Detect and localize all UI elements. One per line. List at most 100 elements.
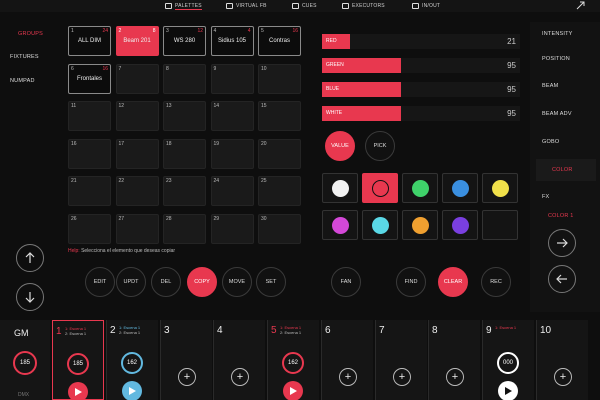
find-button[interactable]: FIND xyxy=(396,267,426,297)
fader-blue[interactable]: BLUE 95 xyxy=(322,82,520,97)
sidebar-item-beam[interactable]: BEAM xyxy=(542,83,558,89)
color-swatch[interactable] xyxy=(482,173,518,203)
group-cell[interactable]: 8 xyxy=(163,63,206,94)
group-cell[interactable]: 26 xyxy=(68,213,111,244)
play-button[interactable] xyxy=(122,381,142,400)
tab-virtual-fb[interactable]: VIRTUAL FB xyxy=(226,0,267,12)
playback-4[interactable]: 4 + xyxy=(213,320,265,400)
updt-button[interactable]: UPDT xyxy=(116,267,146,297)
group-cell[interactable]: 11 xyxy=(68,101,111,131)
tab-cues[interactable]: CUES xyxy=(292,0,317,12)
play-button[interactable] xyxy=(68,382,88,400)
prev-page-button[interactable] xyxy=(548,265,576,293)
color-swatch[interactable] xyxy=(402,173,438,203)
group-cell[interactable]: 20 xyxy=(258,138,301,169)
group-cell[interactable]: 3 12 WS 280 xyxy=(163,26,206,56)
group-cell[interactable]: 25 xyxy=(258,176,301,206)
playback-9[interactable]: 9 1: Escena 1 000 xyxy=(482,320,534,400)
tab-executors[interactable]: EXECUTORS xyxy=(342,0,385,12)
add-cue-button[interactable]: + xyxy=(554,368,572,386)
move-button[interactable]: MOVE xyxy=(222,267,252,297)
playback-knob[interactable]: 185 xyxy=(67,353,89,375)
fan-button[interactable]: FAN xyxy=(331,267,361,297)
rec-button[interactable]: REC xyxy=(481,267,511,297)
del-button[interactable]: DEL xyxy=(151,267,181,297)
group-cell[interactable]: 15 xyxy=(258,101,301,131)
sidebar-item-gobo[interactable]: GOBO xyxy=(542,139,559,145)
group-cell[interactable]: 23 xyxy=(163,176,206,206)
fader-green[interactable]: GREEN 95 xyxy=(322,58,520,73)
gm-knob[interactable]: 185 xyxy=(13,351,37,375)
set-button[interactable]: SET xyxy=(256,267,286,297)
group-cell[interactable]: 22 xyxy=(115,176,159,206)
fader-white[interactable]: WHITE 95 xyxy=(322,106,520,121)
playback-10[interactable]: 10 + xyxy=(536,320,588,400)
group-cell[interactable]: 9 xyxy=(210,63,254,94)
group-cell[interactable]: 6 16 Frontales xyxy=(68,63,111,94)
play-button[interactable] xyxy=(283,381,303,400)
add-cue-button[interactable]: + xyxy=(178,368,196,386)
sidebar-item-beam-adv[interactable]: BEAM ADV xyxy=(542,111,572,117)
sidebar-item-fixtures[interactable]: FIXTURES xyxy=(10,54,39,60)
group-cell[interactable]: 19 xyxy=(210,138,254,169)
sidebar-item-fx[interactable]: FX xyxy=(542,194,549,200)
color-swatch[interactable] xyxy=(322,173,358,203)
group-cell[interactable]: 24 xyxy=(210,176,254,206)
sidebar-item-numpad[interactable]: NUMPAD xyxy=(10,78,35,84)
expand-icon[interactable] xyxy=(576,0,586,10)
playback-3[interactable]: 3 + xyxy=(160,320,212,400)
playback-1[interactable]: 1 1: Escena 1 2: Escena 1 185 xyxy=(52,320,104,400)
group-cell[interactable]: 4 4 Sidius 105 xyxy=(210,26,254,56)
group-cell[interactable]: 2 8 Beam 201 xyxy=(115,26,159,56)
group-cell[interactable]: 13 xyxy=(163,101,206,131)
value-button[interactable]: VALUE xyxy=(325,131,355,161)
color-swatch[interactable] xyxy=(482,210,518,240)
playback-knob[interactable]: 000 xyxy=(497,352,519,374)
copy-button[interactable]: COPY xyxy=(187,267,217,297)
playback-6[interactable]: 6 + xyxy=(321,320,373,400)
pick-button[interactable]: PICK xyxy=(365,131,395,161)
next-page-button[interactable] xyxy=(548,229,576,257)
group-cell[interactable]: 10 xyxy=(258,63,301,94)
tab-inout[interactable]: IN/OUT xyxy=(412,0,440,12)
group-cell[interactable]: 30 xyxy=(258,213,301,244)
add-cue-button[interactable]: + xyxy=(393,368,411,386)
color-swatch[interactable] xyxy=(402,210,438,240)
add-cue-button[interactable]: + xyxy=(231,368,249,386)
sidebar-item-groups[interactable]: GROUPS xyxy=(18,31,43,37)
playback-5[interactable]: 5 1: Escena 1 2: Escena 1 162 xyxy=(267,320,319,400)
group-cell[interactable]: 5 16 Contras xyxy=(258,26,301,56)
sidebar-item-position[interactable]: POSITION xyxy=(542,56,570,62)
color-swatch[interactable] xyxy=(322,210,358,240)
sidebar-item-color[interactable]: COLOR xyxy=(552,167,573,173)
sidebar-item-intensity[interactable]: INTENSITY xyxy=(542,31,573,37)
color-swatch[interactable] xyxy=(442,173,478,203)
edit-button[interactable]: EDIT xyxy=(85,267,115,297)
color-swatch[interactable] xyxy=(362,210,398,240)
tab-palettes[interactable]: PALETTES xyxy=(165,0,202,12)
color-swatch[interactable] xyxy=(442,210,478,240)
play-button[interactable] xyxy=(498,381,518,400)
group-cell[interactable]: 27 xyxy=(115,213,159,244)
playback-2[interactable]: 2 1: Escena 1 2: Escena 1 162 xyxy=(106,320,158,400)
playback-8[interactable]: 8 + xyxy=(428,320,480,400)
group-cell[interactable]: 12 xyxy=(115,101,159,131)
color-swatch[interactable] xyxy=(362,173,398,203)
group-cell[interactable]: 1 24 ALL DIM xyxy=(68,26,111,56)
fader-red[interactable]: RED 21 xyxy=(322,34,520,49)
add-cue-button[interactable]: + xyxy=(339,368,357,386)
clear-button[interactable]: CLEAR xyxy=(438,267,468,297)
scroll-up-button[interactable] xyxy=(16,244,44,272)
playback-knob[interactable]: 162 xyxy=(121,352,143,374)
group-cell[interactable]: 28 xyxy=(163,213,206,244)
group-cell[interactable]: 21 xyxy=(68,176,111,206)
scroll-down-button[interactable] xyxy=(16,283,44,311)
group-cell[interactable]: 29 xyxy=(210,213,254,244)
group-cell[interactable]: 18 xyxy=(163,138,206,169)
playback-7[interactable]: 7 + xyxy=(375,320,427,400)
playback-knob[interactable]: 162 xyxy=(282,352,304,374)
group-cell[interactable]: 14 xyxy=(210,101,254,131)
add-cue-button[interactable]: + xyxy=(446,368,464,386)
group-cell[interactable]: 17 xyxy=(115,138,159,169)
group-cell[interactable]: 7 xyxy=(115,63,159,94)
